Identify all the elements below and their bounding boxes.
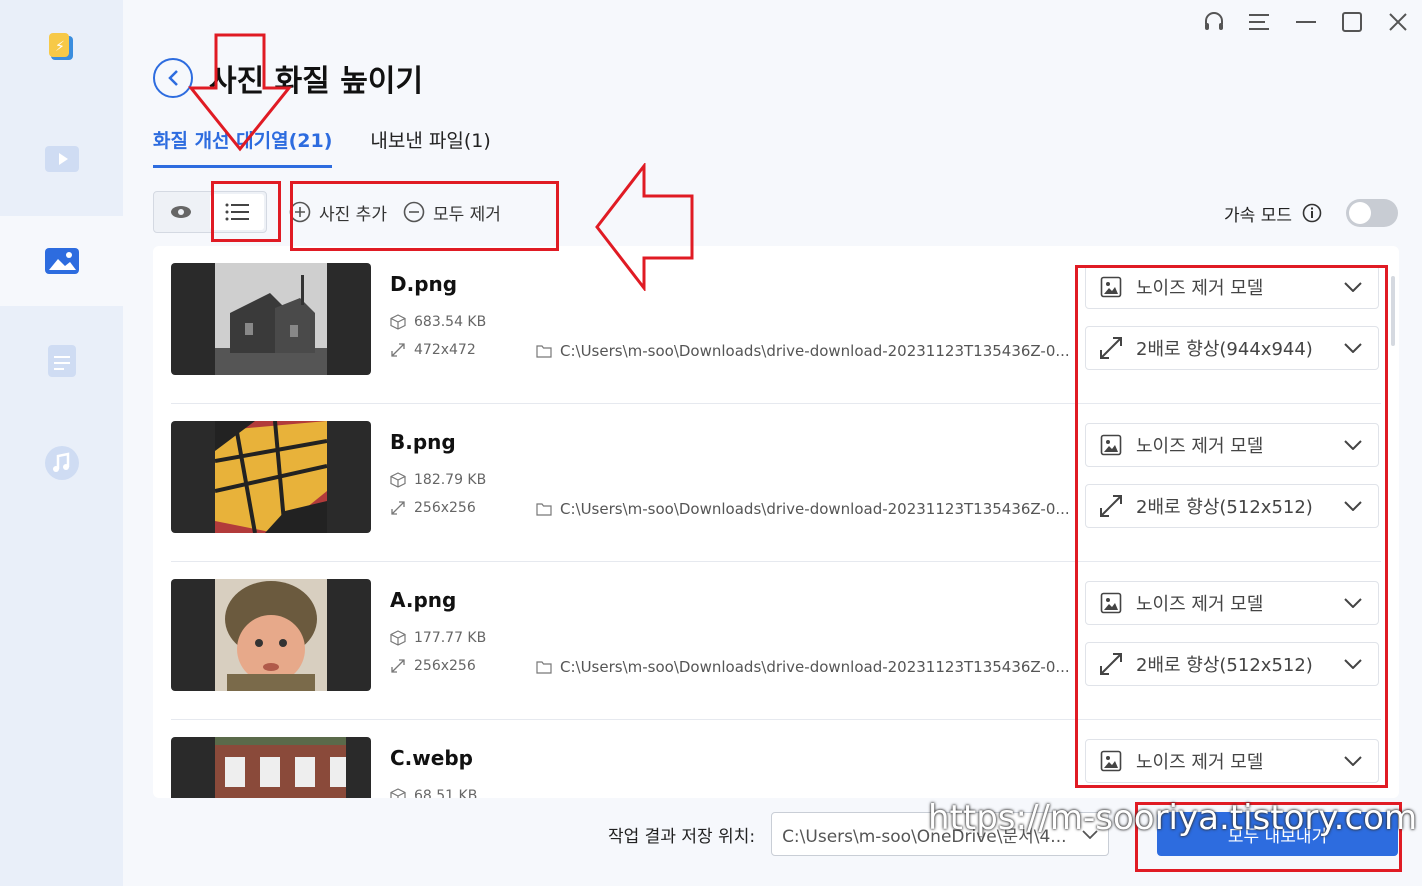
annotation-arrow-down (188, 33, 293, 152)
box-icon (390, 314, 406, 330)
file-name: D.png (390, 272, 458, 296)
butterfly-image (215, 421, 327, 533)
file-size: 683.54 KB (390, 314, 486, 330)
thumbnail[interactable] (171, 579, 371, 691)
info-icon[interactable] (1302, 203, 1322, 223)
tab-exported[interactable]: 내보낸 파일(1) (370, 126, 490, 168)
box-icon (390, 472, 406, 488)
resize-icon (391, 343, 405, 357)
file-path: C:\Users\m-soo\Downloads\drive-download-… (536, 342, 1076, 360)
thumbnail[interactable] (171, 421, 371, 533)
music-icon (44, 446, 79, 480)
close-icon[interactable] (1384, 8, 1412, 36)
maximize-icon[interactable] (1338, 8, 1366, 36)
sidebar-item-document[interactable] (0, 316, 123, 406)
file-dimensions: 256x256 (390, 658, 476, 674)
annotation-box-toolbar (290, 181, 559, 251)
preview-view-button[interactable] (154, 192, 208, 232)
eye-icon (171, 206, 191, 218)
folder-icon (536, 503, 552, 516)
window-controls (1200, 8, 1412, 36)
scrollbar[interactable] (1391, 276, 1395, 346)
back-button[interactable] (153, 58, 193, 98)
video-icon (44, 146, 79, 172)
baby-image (215, 579, 327, 691)
file-path: C:\Users\m-soo\Downloads\drive-download-… (536, 500, 1076, 518)
resize-icon (391, 501, 405, 515)
sidebar-item-video[interactable] (0, 114, 123, 204)
acceleration-label: 가속 모드 (1224, 205, 1292, 226)
sidebar-item-audio[interactable] (0, 418, 123, 508)
file-dimensions: 256x256 (390, 500, 476, 516)
minimize-icon[interactable] (1292, 8, 1320, 36)
house-image (215, 263, 327, 375)
file-name: B.png (390, 430, 456, 454)
app-logo: ⚡ (0, 2, 123, 92)
annotation-arrow-left (595, 163, 694, 291)
watermark-text: https://m-sooriya.tistory.com (928, 798, 1418, 838)
sidebar-item-photo[interactable] (0, 216, 123, 306)
acceleration-mode: 가속 모드 (1224, 199, 1398, 227)
save-location-label: 작업 결과 저장 위치: (608, 826, 756, 847)
building-image (215, 737, 346, 798)
box-icon (390, 788, 406, 798)
file-path: C:\Users\m-soo\Downloads\drive-download-… (536, 658, 1076, 676)
headset-icon[interactable] (1200, 8, 1228, 36)
acceleration-toggle[interactable] (1346, 199, 1398, 227)
svg-text:⚡: ⚡ (55, 39, 65, 55)
sidebar: ⚡ (0, 0, 123, 886)
chevron-left-icon (168, 70, 178, 86)
file-size: 68.51 KB (390, 788, 477, 798)
photo-icon (44, 248, 79, 274)
file-name: C.webp (390, 746, 473, 770)
resize-icon (391, 659, 405, 673)
folder-icon (536, 345, 552, 358)
thumbnail[interactable] (171, 737, 371, 798)
box-icon (390, 630, 406, 646)
thumbnail[interactable] (171, 263, 371, 375)
annotation-box-dropdowns (1075, 265, 1388, 788)
file-dimensions: 472x472 (390, 342, 476, 358)
file-size: 177.77 KB (390, 630, 486, 646)
folder-icon (536, 661, 552, 674)
file-size: 182.79 KB (390, 472, 486, 488)
file-name: A.png (390, 588, 457, 612)
document-icon (47, 345, 76, 377)
annotation-box-list-view (211, 181, 281, 242)
menu-icon[interactable] (1246, 8, 1274, 36)
